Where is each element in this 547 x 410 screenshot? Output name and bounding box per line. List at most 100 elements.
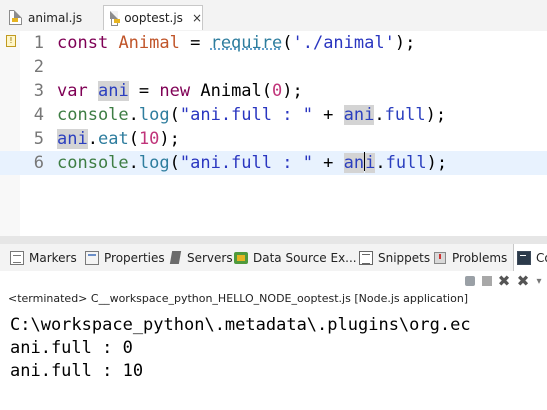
code-line[interactable]: 2: [0, 55, 547, 79]
code-token: new: [159, 81, 191, 101]
line-number: 5: [33, 129, 44, 149]
code-token: );: [425, 105, 447, 125]
code-token: .: [374, 105, 385, 125]
code-token: require: [210, 33, 283, 53]
snippets-icon: [359, 250, 373, 265]
panel-sash[interactable]: [0, 236, 547, 244]
view-tab-label: Data Source Ex...: [253, 250, 357, 265]
code-token: (: [128, 129, 139, 149]
console-line: ani.full : 10: [10, 361, 144, 381]
code-token: .: [128, 153, 139, 173]
problems-icon: [433, 251, 447, 265]
view-tab-bar: Markers Properties Servers Data Source Ex..…: [0, 244, 547, 272]
code-text: var ani = new Animal(0);: [57, 79, 303, 103]
console-line: ani.full : 0: [10, 338, 133, 358]
code-token: .: [375, 153, 386, 173]
js-file-icon: [110, 10, 121, 26]
code-text: console.log("ani.full : " + ani.full);: [57, 103, 446, 127]
code-token: "ani.full : ": [179, 105, 313, 125]
view-tab-problems[interactable]: Problems: [433, 244, 507, 271]
code-token: ani: [343, 105, 375, 125]
code-token: 0: [272, 81, 283, 101]
code-line[interactable]: 4 console.log("ani.full : " + ani.full);: [0, 103, 547, 127]
view-tab-data-source-ex[interactable]: Data Source Ex...: [234, 244, 357, 271]
code-token: 10: [138, 129, 160, 149]
view-tab-co[interactable]: Co: [513, 244, 547, 271]
code-token: full: [385, 153, 427, 173]
code-token: =: [128, 81, 160, 101]
code-line[interactable]: 3 var ani = new Animal(0);: [0, 79, 547, 103]
markers-icon: [10, 250, 24, 265]
code-token: .: [87, 129, 98, 149]
editor-tab-bar: animal.js ooptest.js ×: [0, 0, 547, 32]
code-line[interactable]: 6 console.log("ani.full : " + ani.full);: [0, 151, 547, 175]
code-token: const: [57, 33, 109, 53]
code-token: eat: [97, 129, 129, 149]
tab-label: ooptest.js: [124, 11, 183, 25]
tab-label: animal.js: [28, 10, 83, 25]
console-output[interactable]: C:\workspace_python\.metadata\.plugins\o…: [0, 307, 547, 410]
servers-icon: [170, 251, 182, 265]
code-token: (: [282, 33, 293, 53]
js-file-icon: [9, 10, 22, 25]
code-editor[interactable]: ! 1 const Animal = require('./animal'); 2 3…: [0, 31, 547, 247]
console-line: C:\workspace_python\.metadata\.plugins\o…: [10, 315, 471, 335]
code-token: ani: [97, 81, 129, 101]
code-token: =: [179, 33, 211, 53]
chevron-down-icon[interactable]: ▾: [531, 273, 547, 289]
code-token: console: [57, 153, 129, 173]
line-number: 2: [33, 57, 44, 77]
code-line[interactable]: 5 ani.eat(10);: [0, 127, 547, 151]
line-number: 1: [33, 33, 44, 53]
code-text: const Animal = require('./animal');: [57, 31, 415, 55]
code-token: console: [57, 105, 129, 125]
code-token: );: [159, 129, 180, 149]
view-tab-label: Co: [536, 250, 547, 265]
code-text: ani.eat(10);: [57, 127, 180, 151]
code-token: );: [394, 33, 416, 53]
code-token: (: [169, 153, 180, 173]
code-token: log: [138, 105, 170, 125]
view-tab-label: Markers: [29, 250, 77, 265]
view-tab-label: Problems: [452, 250, 508, 265]
properties-icon: [85, 250, 99, 265]
code-token: );: [426, 153, 448, 173]
code-token: "ani.full : ": [179, 153, 313, 173]
close-icon[interactable]: ×: [192, 11, 202, 25]
remove-launch-button[interactable]: [479, 273, 495, 289]
line-number: 6: [33, 153, 44, 173]
view-tab-label: Snippets: [378, 250, 431, 265]
code-token: +: [312, 153, 344, 173]
console-toolbar: ✖ ✖ ▾: [0, 271, 547, 291]
code-token: +: [312, 105, 344, 125]
code-token: ani: [57, 129, 88, 149]
code-token: var: [57, 81, 88, 101]
data-source-icon: [234, 251, 248, 265]
view-tab-markers[interactable]: Markers: [10, 244, 77, 271]
code-token: .: [128, 105, 139, 125]
code-token: Animal(: [190, 81, 273, 101]
view-tab-label: Properties: [104, 250, 165, 265]
code-token: full: [384, 105, 426, 125]
view-tab-properties[interactable]: Properties: [85, 244, 165, 271]
code-token: log: [138, 153, 170, 173]
line-number: 3: [33, 81, 44, 101]
terminate-button[interactable]: [462, 273, 478, 289]
code-token: './animal': [292, 33, 395, 53]
tab-ooptest-js[interactable]: ooptest.js ×: [103, 5, 203, 30]
code-token: );: [282, 81, 303, 101]
remove-all-button[interactable]: ✖: [515, 272, 531, 290]
tab-animal-js[interactable]: animal.js: [9, 5, 101, 30]
remove-all-terminated-button[interactable]: ✖: [496, 272, 512, 290]
code-text: console.log("ani.full : " + ani.full);: [57, 151, 447, 175]
view-tab-label: Servers: [187, 250, 233, 265]
view-tab-servers[interactable]: Servers: [170, 244, 233, 271]
code-token: i: [365, 153, 376, 173]
view-tab-snippets[interactable]: Snippets: [359, 244, 430, 271]
code-line[interactable]: 1 const Animal = require('./animal');: [0, 31, 547, 55]
console-icon: [517, 250, 531, 265]
code-token: Animal: [118, 33, 180, 53]
code-token: (: [169, 105, 180, 125]
